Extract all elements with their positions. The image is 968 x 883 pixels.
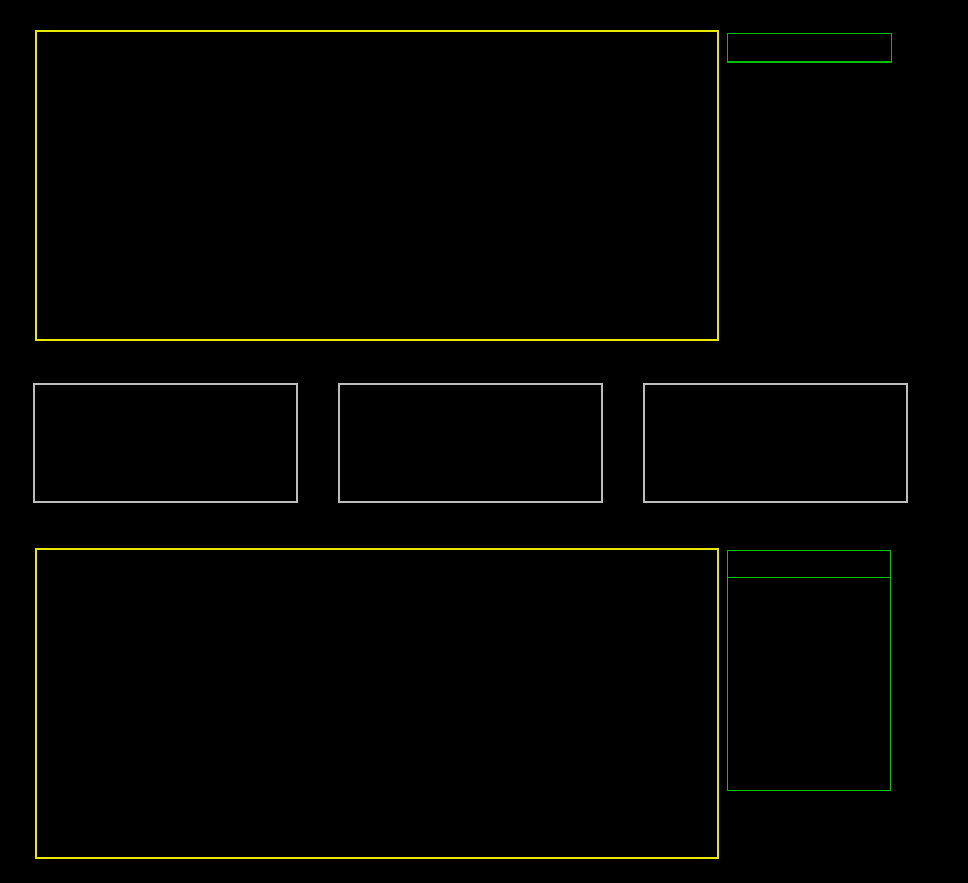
aip-table-header	[728, 551, 890, 578]
aip-output-table	[727, 550, 891, 791]
bottom-profile-canvas	[37, 550, 717, 857]
bottom-profile-plot	[35, 548, 719, 859]
thumbnail-evidence-f2	[643, 383, 908, 503]
autoscala-table-header	[728, 34, 891, 62]
thumbnail-eliminate-reflections	[338, 383, 603, 503]
autoscala-window	[0, 0, 968, 883]
thumbnail-eliminate-canvas	[340, 385, 601, 501]
top-ionogram-canvas	[37, 32, 717, 339]
thumbnail-original-canvas	[35, 385, 296, 501]
autoscala-output-table	[727, 33, 892, 63]
top-ionogram-plot	[35, 30, 719, 341]
thumbnail-evidence-canvas	[645, 385, 906, 501]
thumbnail-original-ionogram	[33, 383, 298, 503]
